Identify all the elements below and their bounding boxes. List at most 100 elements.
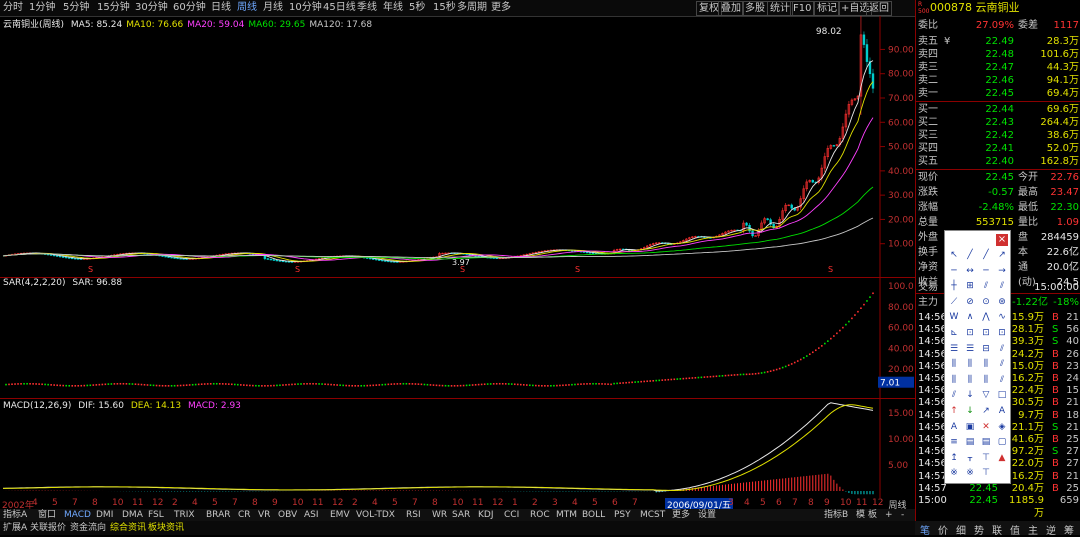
buy-order-row[interactable]: 买二 22.43 264.4万 bbox=[918, 116, 1079, 129]
indicator-right-button[interactable]: 板 bbox=[868, 509, 877, 521]
extension-tab[interactable]: 资金流向 bbox=[70, 522, 106, 534]
curve-icon[interactable]: ∿ bbox=[996, 311, 1008, 323]
block-icon[interactable]: ▣ bbox=[964, 421, 976, 433]
period-tab[interactable]: 1分钟 bbox=[29, 1, 55, 15]
period-tab[interactable]: 周线 bbox=[237, 1, 257, 15]
indicator-tab[interactable]: ASI bbox=[304, 509, 319, 521]
event-marker-icon[interactable]: S bbox=[828, 265, 833, 274]
indicator-tab[interactable]: 窗口 bbox=[38, 509, 56, 521]
text-icon[interactable]: A bbox=[996, 405, 1008, 417]
period-tab[interactable]: 45日线 bbox=[323, 1, 356, 15]
top-icon[interactable]: ⊤ bbox=[980, 452, 992, 464]
event-marker-icon[interactable]: S bbox=[295, 265, 300, 274]
fib-icon[interactable]: ⊟ bbox=[980, 343, 992, 355]
indicator-tab[interactable]: TRIX bbox=[174, 509, 195, 521]
cross-icon[interactable]: ┼ bbox=[948, 280, 960, 292]
gann2-icon[interactable]: ⫼ bbox=[964, 358, 976, 370]
buy-order-row[interactable]: 买三 22.42 38.6万 bbox=[918, 129, 1079, 142]
indicator-tab[interactable]: FSL bbox=[148, 509, 164, 521]
event-marker-icon[interactable]: S bbox=[88, 265, 93, 274]
segment-icon[interactable]: ↔ bbox=[964, 265, 976, 277]
period-tab[interactable]: 15分钟 bbox=[97, 1, 130, 15]
period-tab[interactable]: 60分钟 bbox=[173, 1, 206, 15]
angle-icon[interactable]: ⊾ bbox=[948, 327, 960, 339]
mark-icon[interactable]: ᚁ bbox=[964, 452, 976, 464]
sell-order-row[interactable]: 卖二 22.46 94.1万 bbox=[918, 74, 1079, 87]
event-marker-icon[interactable]: S bbox=[575, 265, 580, 274]
indicator-tab[interactable]: VOL-TDX bbox=[356, 509, 395, 521]
lines2-icon[interactable]: ☰ bbox=[964, 343, 976, 355]
period-tab[interactable]: 日线 bbox=[211, 1, 231, 15]
toolbar-button[interactable]: 叠加 bbox=[718, 1, 744, 16]
indicator-tab[interactable]: MTM bbox=[556, 509, 577, 521]
period-tab[interactable]: 多周期 bbox=[457, 1, 487, 15]
indicator-tab[interactable]: MCST bbox=[640, 509, 665, 521]
down-arrow-icon[interactable]: ↓ bbox=[964, 405, 976, 417]
tilt-arrow-icon[interactable]: ↗ bbox=[980, 405, 992, 417]
extension-tab[interactable]: 扩展A bbox=[3, 522, 27, 534]
pitch-icon[interactable]: ⫽ bbox=[996, 374, 1008, 386]
indicator-tab[interactable]: BRAR bbox=[206, 509, 230, 521]
indicator-right-button[interactable]: - bbox=[901, 509, 904, 521]
triangle-down-icon[interactable]: ▽ bbox=[980, 389, 992, 401]
indicator-tab[interactable]: EMV bbox=[330, 509, 350, 521]
indicator-tab[interactable]: 设置 bbox=[698, 509, 716, 521]
rect-icon[interactable]: □ bbox=[996, 389, 1008, 401]
event-marker-icon[interactable]: S bbox=[460, 265, 465, 274]
star-icon[interactable]: ※ bbox=[948, 467, 960, 479]
indicator-tab[interactable]: BOLL bbox=[582, 509, 605, 521]
indicator-tab[interactable]: ROC bbox=[530, 509, 550, 521]
indicator-tab[interactable]: 更多 bbox=[672, 509, 690, 521]
indicator-tab[interactable]: MACD bbox=[64, 509, 91, 521]
wave-icon[interactable]: W bbox=[948, 311, 960, 323]
speed3-icon[interactable]: ⫼ bbox=[980, 374, 992, 386]
target-icon[interactable]: ⊙ bbox=[980, 296, 992, 308]
star2-icon[interactable]: ※ bbox=[964, 467, 976, 479]
indicator-tab[interactable]: PSY bbox=[614, 509, 631, 521]
buy-order-row[interactable]: 买五 22.40 162.8万 bbox=[918, 155, 1079, 168]
indicator-tab[interactable]: DMI bbox=[96, 509, 113, 521]
kline-chart[interactable]: 90.00 80.00 70.00 60.00 50.00 40.00 30.00 20.00… bbox=[0, 16, 915, 278]
buy-order-row[interactable]: 买四 22.41 52.0万 bbox=[918, 142, 1079, 155]
period-tab[interactable]: 5秒 bbox=[409, 1, 425, 15]
sell-order-row[interactable]: 卖一 22.45 69.4万 bbox=[918, 87, 1079, 100]
period-tab[interactable]: 月线 bbox=[263, 1, 283, 15]
cycle-icon[interactable]: ⊛ bbox=[996, 296, 1008, 308]
buy-order-row[interactable]: 买一 22.44 69.6万 bbox=[918, 103, 1079, 116]
period-tab[interactable]: 10分钟 bbox=[289, 1, 322, 15]
period-tab[interactable]: 5分钟 bbox=[63, 1, 89, 15]
tick-row[interactable]: 15:00 22.45 1185.9万 659 bbox=[918, 494, 1079, 519]
parallel-icon[interactable]: ⫽ bbox=[996, 280, 1008, 292]
indicator-tab[interactable]: 指标A bbox=[3, 509, 27, 521]
table2-icon[interactable]: ▤ bbox=[980, 436, 992, 448]
arrow-icon[interactable]: → bbox=[996, 265, 1008, 277]
extension-tab[interactable]: 板块资讯 bbox=[148, 522, 184, 534]
text2-icon[interactable]: A bbox=[948, 421, 960, 433]
list-icon[interactable]: ≡ bbox=[948, 436, 960, 448]
indicator-right-button[interactable]: 指标B bbox=[824, 509, 848, 521]
hray-icon[interactable]: ─ bbox=[980, 265, 992, 277]
table-icon[interactable]: ▤ bbox=[964, 436, 976, 448]
close-icon[interactable]: × bbox=[996, 234, 1008, 246]
pitch2-icon[interactable]: ⫽ bbox=[948, 389, 960, 401]
period-tab[interactable]: 分时 bbox=[3, 1, 23, 15]
line-icon[interactable]: ╱ bbox=[964, 249, 976, 261]
sell-order-row[interactable]: 卖三 22.47 44.3万 bbox=[918, 61, 1079, 74]
peak-icon[interactable]: ∧ bbox=[964, 311, 976, 323]
blank-icon[interactable] bbox=[996, 467, 1008, 479]
lines-icon[interactable]: ☰ bbox=[948, 343, 960, 355]
toolbar-button[interactable]: F10 bbox=[790, 1, 815, 16]
top2-icon[interactable]: ⊤ bbox=[980, 467, 992, 479]
fan2-icon[interactable]: ⫽ bbox=[996, 358, 1008, 370]
up-arrow-icon[interactable]: ↑ bbox=[948, 405, 960, 417]
sar-chart[interactable]: 100.0 80.00 60.00 40.00 20.00 7.01 bbox=[0, 278, 915, 398]
hline-icon[interactable]: ─ bbox=[948, 265, 960, 277]
toolbar-button[interactable]: 标记 bbox=[814, 1, 840, 16]
sell-order-row[interactable]: 卖四 22.48 101.6万 bbox=[918, 48, 1079, 61]
extension-tab[interactable]: 关联报价 bbox=[30, 522, 66, 534]
toolbar-button[interactable]: 返回 bbox=[866, 1, 892, 16]
ray-icon[interactable]: ╱ bbox=[980, 249, 992, 261]
grid-icon[interactable]: ⊞ bbox=[964, 280, 976, 292]
speed2-icon[interactable]: ⫼ bbox=[964, 374, 976, 386]
channel-icon[interactable]: ⫽ bbox=[980, 280, 992, 292]
